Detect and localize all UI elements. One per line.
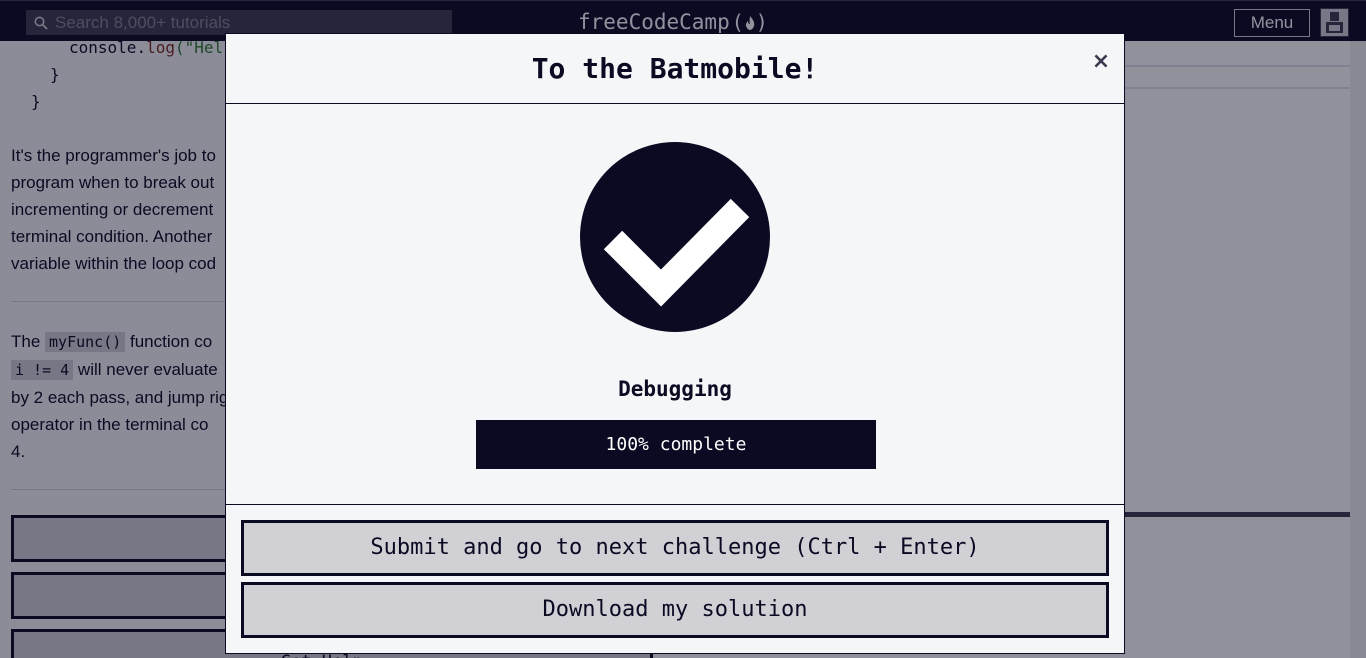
checkmark-icon — [580, 142, 770, 332]
app-root: freeCodeCamp() Menu console.log("Hel } }… — [0, 0, 1366, 658]
progress-bar: 100% complete — [476, 420, 876, 469]
challenge-name: Debugging — [618, 377, 732, 401]
submit-next-challenge-button[interactable]: Submit and go to next challenge (Ctrl + … — [241, 520, 1109, 576]
modal-header: To the Batmobile! × — [226, 34, 1124, 104]
progress-label: 100% complete — [605, 434, 747, 455]
completion-modal: To the Batmobile! × Debugging 100% compl… — [225, 33, 1125, 654]
modal-footer-divider — [226, 504, 1124, 505]
download-solution-button[interactable]: Download my solution — [241, 582, 1109, 638]
modal-title: To the Batmobile! — [531, 52, 819, 85]
close-icon[interactable]: × — [1090, 50, 1112, 74]
